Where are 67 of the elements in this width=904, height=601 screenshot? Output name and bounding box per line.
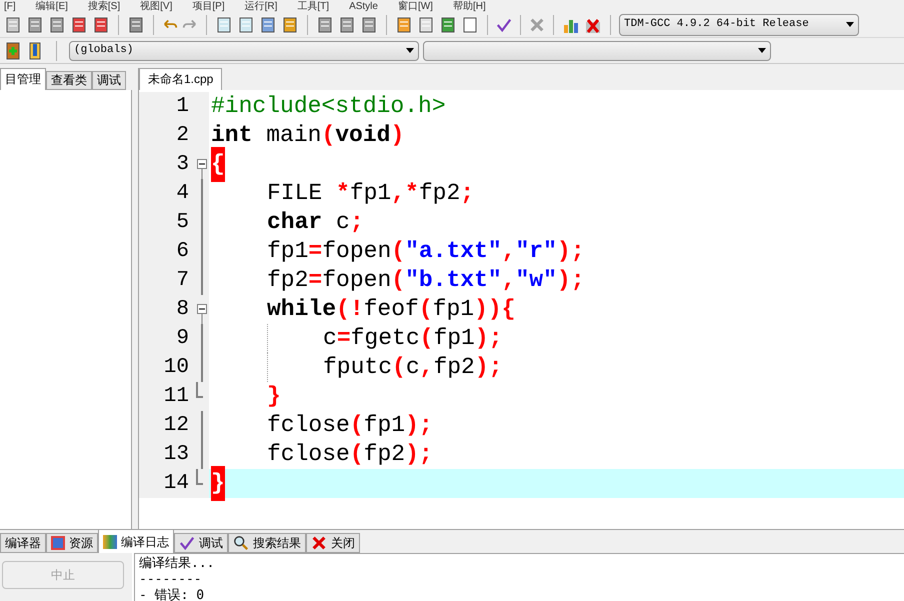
bottom-tab[interactable]: 关闭 xyxy=(306,533,360,553)
menu-item[interactable]: 工具[T] xyxy=(297,1,330,12)
menu-item[interactable]: 项目[P] xyxy=(192,1,225,12)
log-line: 编译结果... xyxy=(139,556,216,572)
code-line: char c; xyxy=(266,208,365,237)
close-icon xyxy=(311,535,327,551)
line-number: 12 xyxy=(164,413,189,439)
line-number: 14 xyxy=(164,471,189,497)
page-icon[interactable] xyxy=(4,16,22,34)
panel-tab[interactable]: 目管理 xyxy=(0,68,46,90)
line-number: 9 xyxy=(176,326,189,352)
line-number: 1 xyxy=(176,94,189,120)
code-line: { xyxy=(209,150,904,179)
page-icon[interactable] xyxy=(26,16,44,34)
code-line: #include<stdio.h> xyxy=(210,92,447,121)
code-editor[interactable] xyxy=(139,90,904,529)
line-number: 10 xyxy=(164,355,189,381)
panel-tab[interactable]: 查看类 xyxy=(46,71,92,90)
code-line: } xyxy=(266,382,282,411)
line-number: 11 xyxy=(164,384,189,410)
member-dropdown[interactable] xyxy=(423,40,771,60)
check-icon xyxy=(179,535,195,551)
log-line: - 错误: 0 xyxy=(139,588,206,601)
line-number: 3 xyxy=(176,152,189,178)
code-line: fp2=fopen("b.txt","w"); xyxy=(266,266,586,295)
log-line: -------- xyxy=(139,572,203,588)
code-line: fp1=fopen("a.txt","r"); xyxy=(266,237,586,266)
bottom-tab[interactable]: 调试 xyxy=(174,533,228,553)
menu-item[interactable]: [F] xyxy=(4,1,16,12)
menu-item[interactable]: AStyle xyxy=(349,1,378,12)
bottom-tab[interactable]: 编译日志 xyxy=(98,529,174,553)
code-line: fputc(c,fp2); xyxy=(209,353,904,382)
line-number: 4 xyxy=(176,181,189,207)
menu-item[interactable]: 编辑[E] xyxy=(36,1,68,12)
caret-icon xyxy=(758,48,766,53)
code-line: c=fgetc(fp1); xyxy=(209,324,904,353)
menu-item[interactable]: 运行[R] xyxy=(244,1,278,12)
line-number: 13 xyxy=(164,442,189,468)
code-line: while(!feof(fp1)){ xyxy=(266,295,516,324)
code-line: FILE *fp1,*fp2; xyxy=(266,179,476,208)
code-line: fclose(fp1); xyxy=(266,411,434,440)
caret-icon xyxy=(846,22,854,27)
scope-dropdown[interactable]: (globals) xyxy=(69,40,419,60)
panel-tab[interactable]: 调试 xyxy=(92,71,126,90)
menu-item[interactable]: 帮助[H] xyxy=(452,1,486,12)
line-number: 6 xyxy=(176,239,189,265)
menu-item[interactable]: 搜索[S] xyxy=(88,1,120,12)
caret-icon xyxy=(406,48,414,53)
file-tab[interactable]: 未命名1.cpp xyxy=(139,68,222,90)
code-line: fclose(fp2); xyxy=(266,440,434,469)
line-number: 5 xyxy=(176,210,189,236)
bottom-tab[interactable]: 编译器 xyxy=(0,533,46,553)
add-page-icon[interactable] xyxy=(4,42,22,60)
menu-item[interactable]: 窗口[W] xyxy=(398,1,433,12)
line-number: 7 xyxy=(176,268,189,294)
fold-minus-icon[interactable] xyxy=(196,159,208,179)
bottom-tab[interactable]: 搜索结果 xyxy=(228,533,306,553)
layers-icon xyxy=(51,536,65,550)
code-line: int main(void) xyxy=(210,121,406,150)
bottom-tab[interactable]: 资源 xyxy=(46,533,98,553)
compiler-dropdown[interactable]: TDM-GCC 4.9.2 64-bit Release xyxy=(619,14,859,36)
menu-item[interactable]: 视图[V] xyxy=(140,1,172,12)
line-number: 8 xyxy=(176,297,189,323)
check-icon[interactable] xyxy=(496,16,512,32)
fold-minus-icon[interactable] xyxy=(196,304,208,324)
line-number: 2 xyxy=(176,123,189,149)
page-icon[interactable] xyxy=(48,16,66,34)
